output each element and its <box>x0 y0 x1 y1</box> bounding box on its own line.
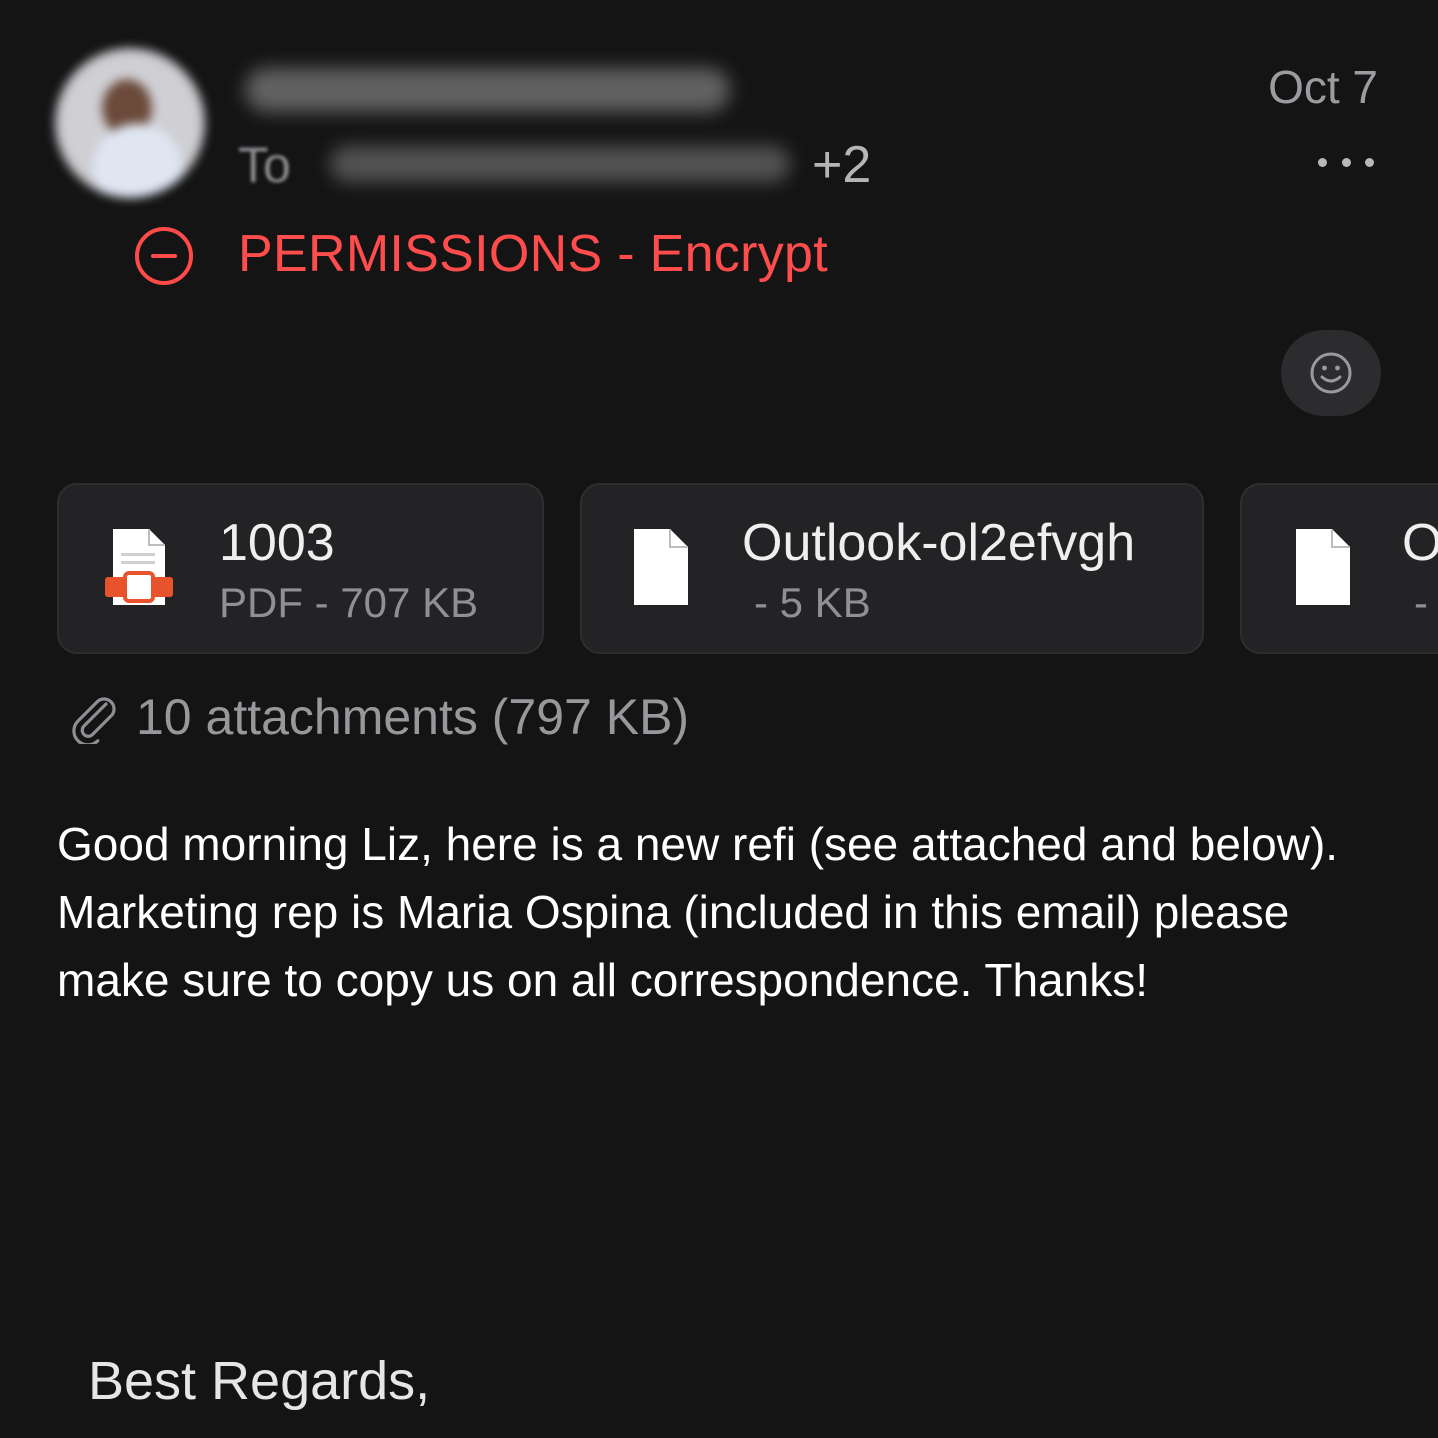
attachment-name: 1003 <box>219 514 335 572</box>
message-body: Good morning Liz, here is a new refi (se… <box>57 818 1339 1006</box>
smiley-icon <box>1310 352 1352 394</box>
attachment-meta: PDF - 707 KB <box>219 579 479 626</box>
recipient-extra-count[interactable]: +2 <box>812 135 871 195</box>
sender-name-redacted[interactable] <box>245 68 730 112</box>
attachments-summary[interactable]: 10 attachments (797 KB) <box>68 688 689 746</box>
attachment-card[interactable]: O - <box>1240 483 1438 654</box>
sender-avatar[interactable] <box>55 48 205 198</box>
message-signoff: Best Regards, <box>88 1351 431 1411</box>
ellipsis-icon <box>1341 157 1351 167</box>
reaction-button[interactable] <box>1281 330 1381 416</box>
attachment-meta: - 5 KB <box>754 579 871 626</box>
attachment-meta: - <box>1414 579 1428 626</box>
file-icon <box>634 529 688 605</box>
paperclip-icon <box>72 697 116 744</box>
minus-circle-icon <box>135 227 193 285</box>
email-message-view: To +2 Oct 7 PERMISSIONS - Encrypt 1003 P… <box>0 0 1438 1438</box>
permission-label[interactable]: PERMISSIONS - Encrypt <box>238 224 828 284</box>
attachment-name: O <box>1402 513 1438 573</box>
file-icon <box>1296 529 1350 605</box>
ellipsis-icon <box>1365 157 1374 167</box>
recipient-name-redacted[interactable] <box>330 146 790 182</box>
attachment-name: Outlook-ol2efvgh <box>742 514 1136 572</box>
attachment-card[interactable]: 1003 PDF - 707 KB <box>57 483 544 654</box>
attachments-summary-label: 10 attachments (797 KB) <box>136 689 690 745</box>
to-label: To <box>238 137 291 193</box>
ellipsis-icon <box>1318 157 1327 167</box>
attachment-card[interactable]: Outlook-ol2efvgh - 5 KB <box>580 483 1204 654</box>
pdf-file-icon <box>105 529 173 605</box>
more-options-button[interactable] <box>1318 148 1374 176</box>
message-date: Oct 7 <box>1268 61 1378 113</box>
